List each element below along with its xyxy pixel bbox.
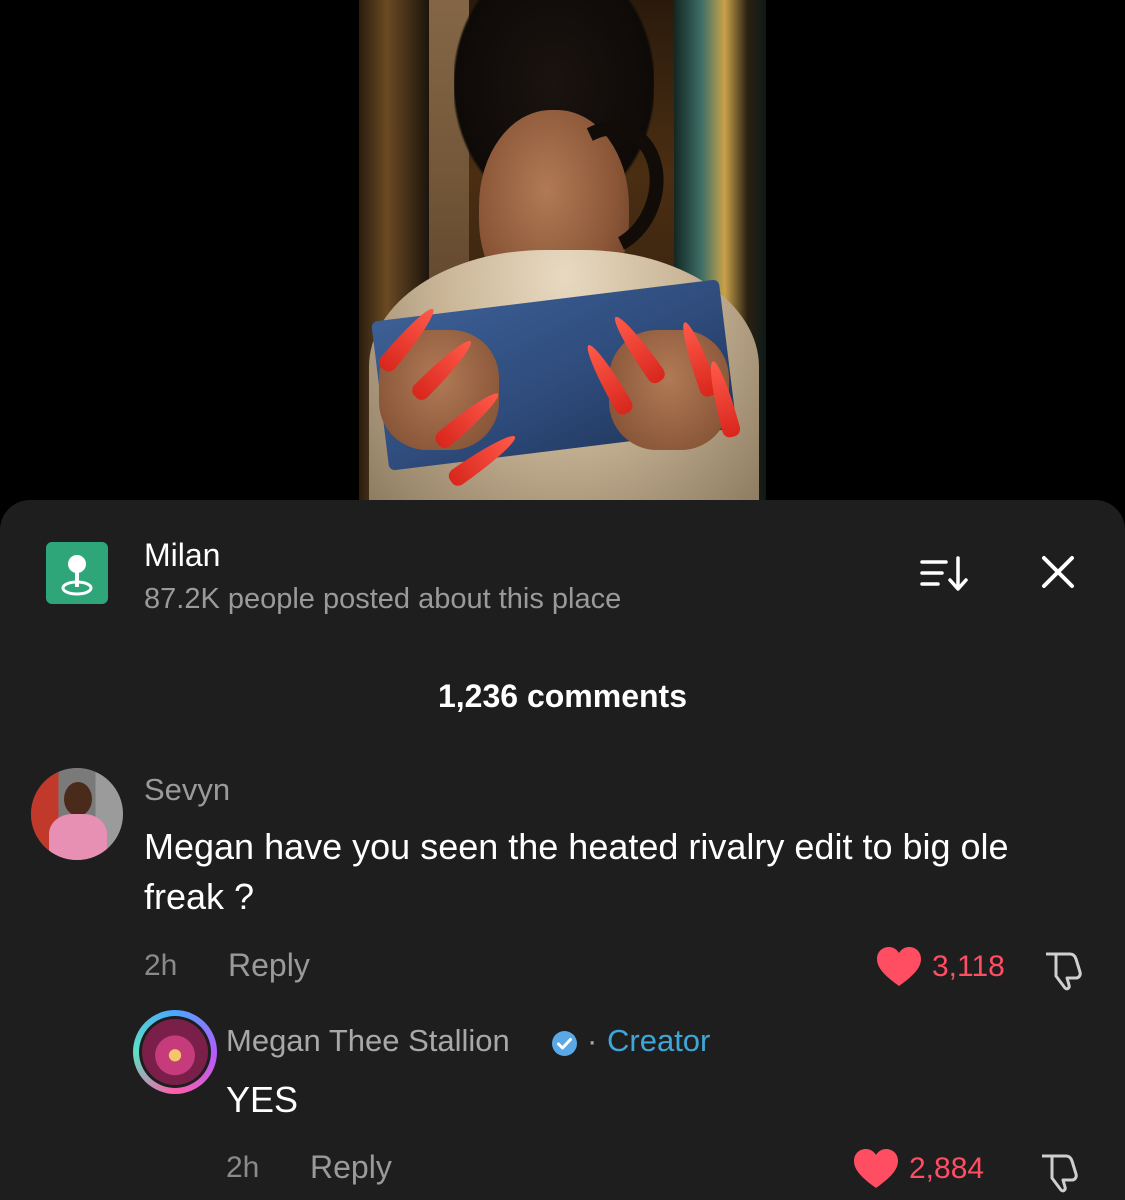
comment-count: 1,236 comments [437, 678, 687, 714]
reply-button[interactable]: Reply [228, 946, 310, 984]
like-count: 2,884 [909, 1152, 985, 1185]
reply-username[interactable]: Megan Thee Stallion [226, 1022, 510, 1060]
creator-avatar-image [142, 1019, 208, 1085]
video-thumbnail[interactable] [359, 0, 766, 500]
reply-button[interactable]: Reply [310, 1148, 392, 1186]
creator-avatar[interactable] [133, 1010, 217, 1094]
app-screen: Milan 87.2K people posted about this pla… [0, 0, 1125, 1200]
like-count: 3,118 [932, 950, 1005, 983]
separator-dot: · [587, 1023, 598, 1058]
comments-sheet: Milan 87.2K people posted about this pla… [0, 500, 1125, 1200]
reply-time: 2h [226, 1151, 260, 1184]
comment-time: 2h [144, 949, 178, 982]
avatar-body [49, 814, 107, 860]
dislike-icon[interactable] [1040, 946, 1086, 992]
sort-icon[interactable] [918, 552, 974, 596]
place-title[interactable]: Milan [144, 536, 220, 574]
comment-text: Megan have you seen the heated rivalry e… [144, 826, 1009, 917]
place-subtitle: 87.2K people posted about this place [144, 583, 622, 615]
creator-avatar-ring [139, 1016, 211, 1088]
heart-icon[interactable] [875, 946, 923, 988]
location-pin-icon[interactable] [46, 542, 108, 604]
avatar[interactable] [31, 768, 123, 860]
creator-badge: Creator [607, 1023, 711, 1058]
avatar-head [64, 782, 92, 816]
verified-icon [551, 1030, 578, 1057]
heart-icon[interactable] [852, 1148, 900, 1190]
comment-username[interactable]: Sevyn [144, 771, 230, 809]
dislike-icon[interactable] [1036, 1148, 1082, 1194]
reply-text: YES [226, 1079, 299, 1120]
close-icon[interactable] [1036, 550, 1080, 594]
